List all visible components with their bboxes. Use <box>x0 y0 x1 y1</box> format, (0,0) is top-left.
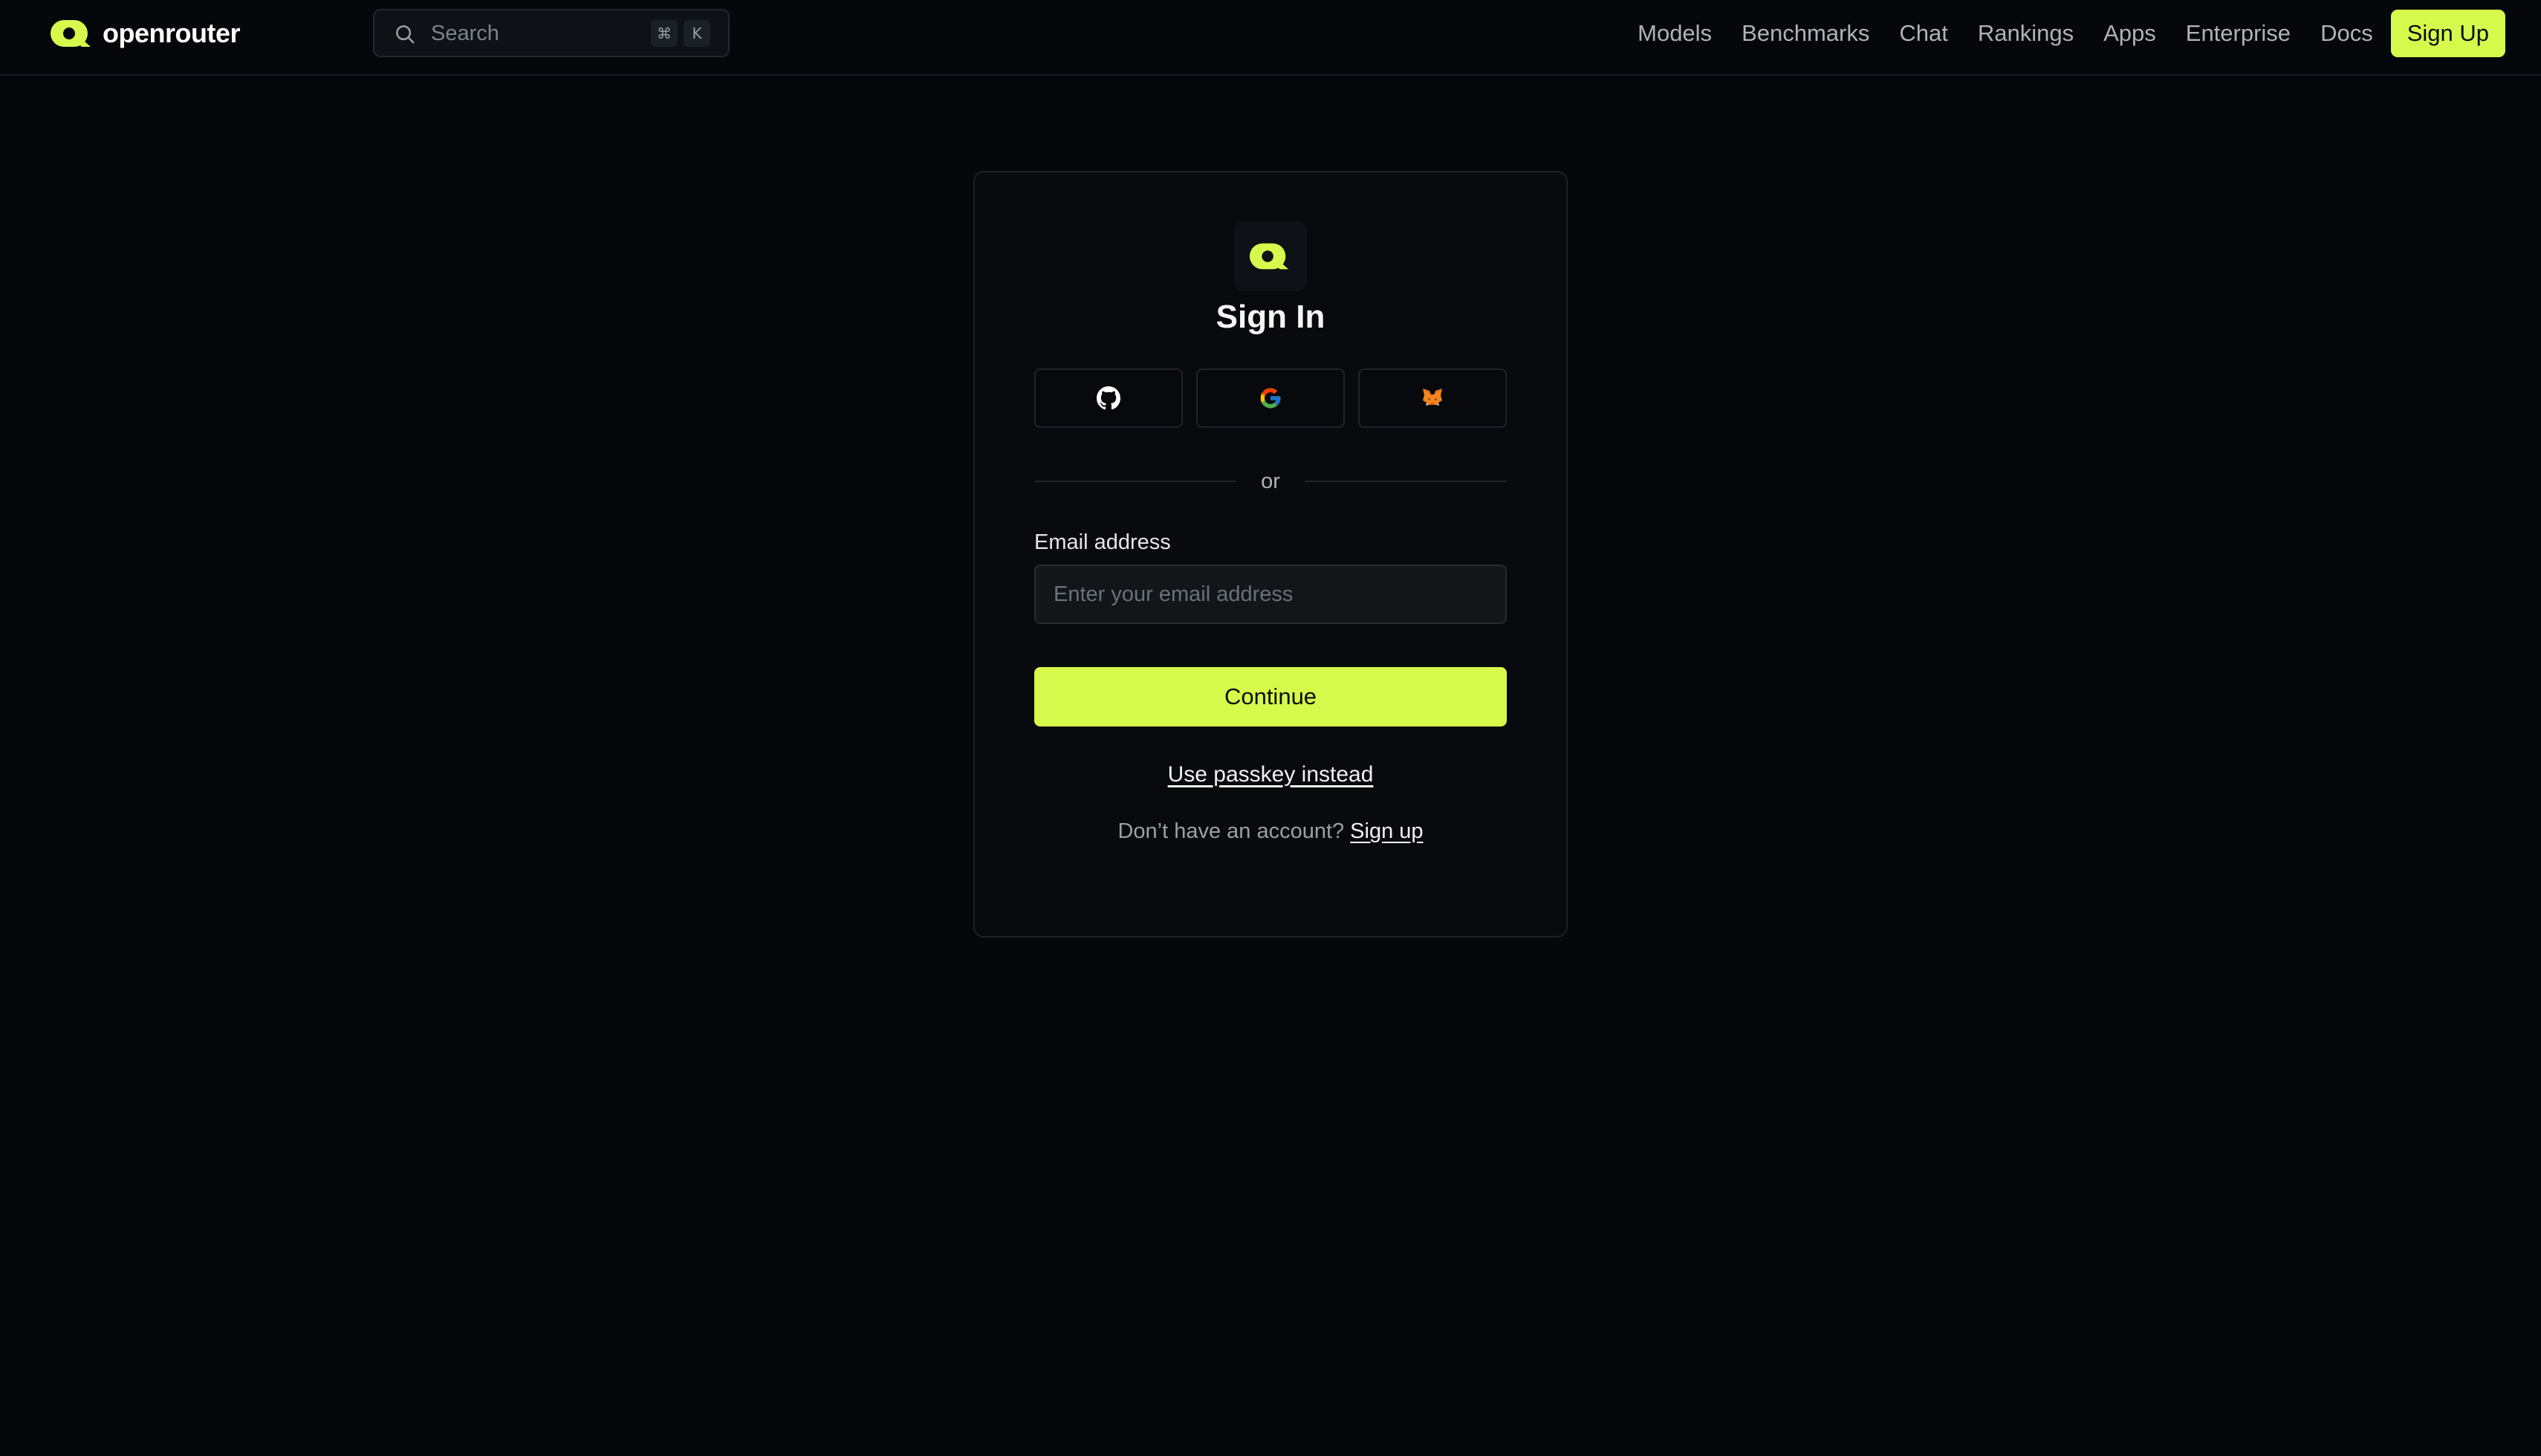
use-passkey-link[interactable]: Use passkey instead <box>1168 762 1374 787</box>
signup-link[interactable]: Sign up <box>1350 819 1423 843</box>
nav-link-apps[interactable]: Apps <box>2103 20 2156 47</box>
card-logo <box>1234 221 1307 291</box>
google-icon <box>1260 388 1281 409</box>
shortcut-cmd-key: ⌘ <box>651 20 678 47</box>
main-nav: Models Benchmarks Chat Rankings Apps Ent… <box>1638 0 2505 67</box>
signin-card: Sign In or Email address Enter your emai… <box>973 171 1568 937</box>
nav-link-benchmarks[interactable]: Benchmarks <box>1742 20 1869 47</box>
metamask-icon <box>1423 389 1442 406</box>
email-label: Email address <box>1034 530 1171 554</box>
nav-link-docs[interactable]: Docs <box>2320 20 2373 47</box>
search-input[interactable] <box>429 16 615 51</box>
brand-name: openrouter <box>103 18 241 48</box>
nav-link-enterprise[interactable]: Enterprise <box>2186 20 2291 47</box>
nav-link-chat[interactable]: Chat <box>1899 20 1947 47</box>
openrouter-logo-icon <box>51 20 91 47</box>
or-divider: or <box>1034 467 1507 496</box>
search-icon <box>396 25 415 44</box>
search-box[interactable]: ⌘ K <box>373 9 730 57</box>
divider-line-right <box>1305 481 1507 482</box>
passkey-link-row: Use passkey instead <box>975 762 1566 787</box>
top-navbar: openrouter ⌘ K Models Benchmarks Chat Ra… <box>0 0 2541 76</box>
github-login-button[interactable] <box>1034 368 1183 428</box>
github-icon <box>1097 386 1120 410</box>
no-account-text: Don’t have an account? <box>1117 819 1345 843</box>
header-signup-button[interactable]: Sign Up <box>2390 10 2505 57</box>
social-login-row <box>1034 368 1507 428</box>
signin-title: Sign In <box>1216 299 1325 335</box>
logo-link[interactable]: openrouter <box>49 16 241 51</box>
google-login-button[interactable] <box>1196 368 1345 428</box>
nav-link-rankings[interactable]: Rankings <box>1978 20 2074 47</box>
shortcut-k-key: K <box>684 20 710 47</box>
signup-prompt: Don’t have an account? Sign up <box>975 819 1566 844</box>
metamask-login-button[interactable] <box>1358 368 1507 428</box>
nav-link-models[interactable]: Models <box>1638 20 1712 47</box>
continue-button[interactable]: Continue <box>1034 667 1507 727</box>
email-field[interactable] <box>1034 565 1507 624</box>
openrouter-logo-icon <box>1249 243 1289 270</box>
